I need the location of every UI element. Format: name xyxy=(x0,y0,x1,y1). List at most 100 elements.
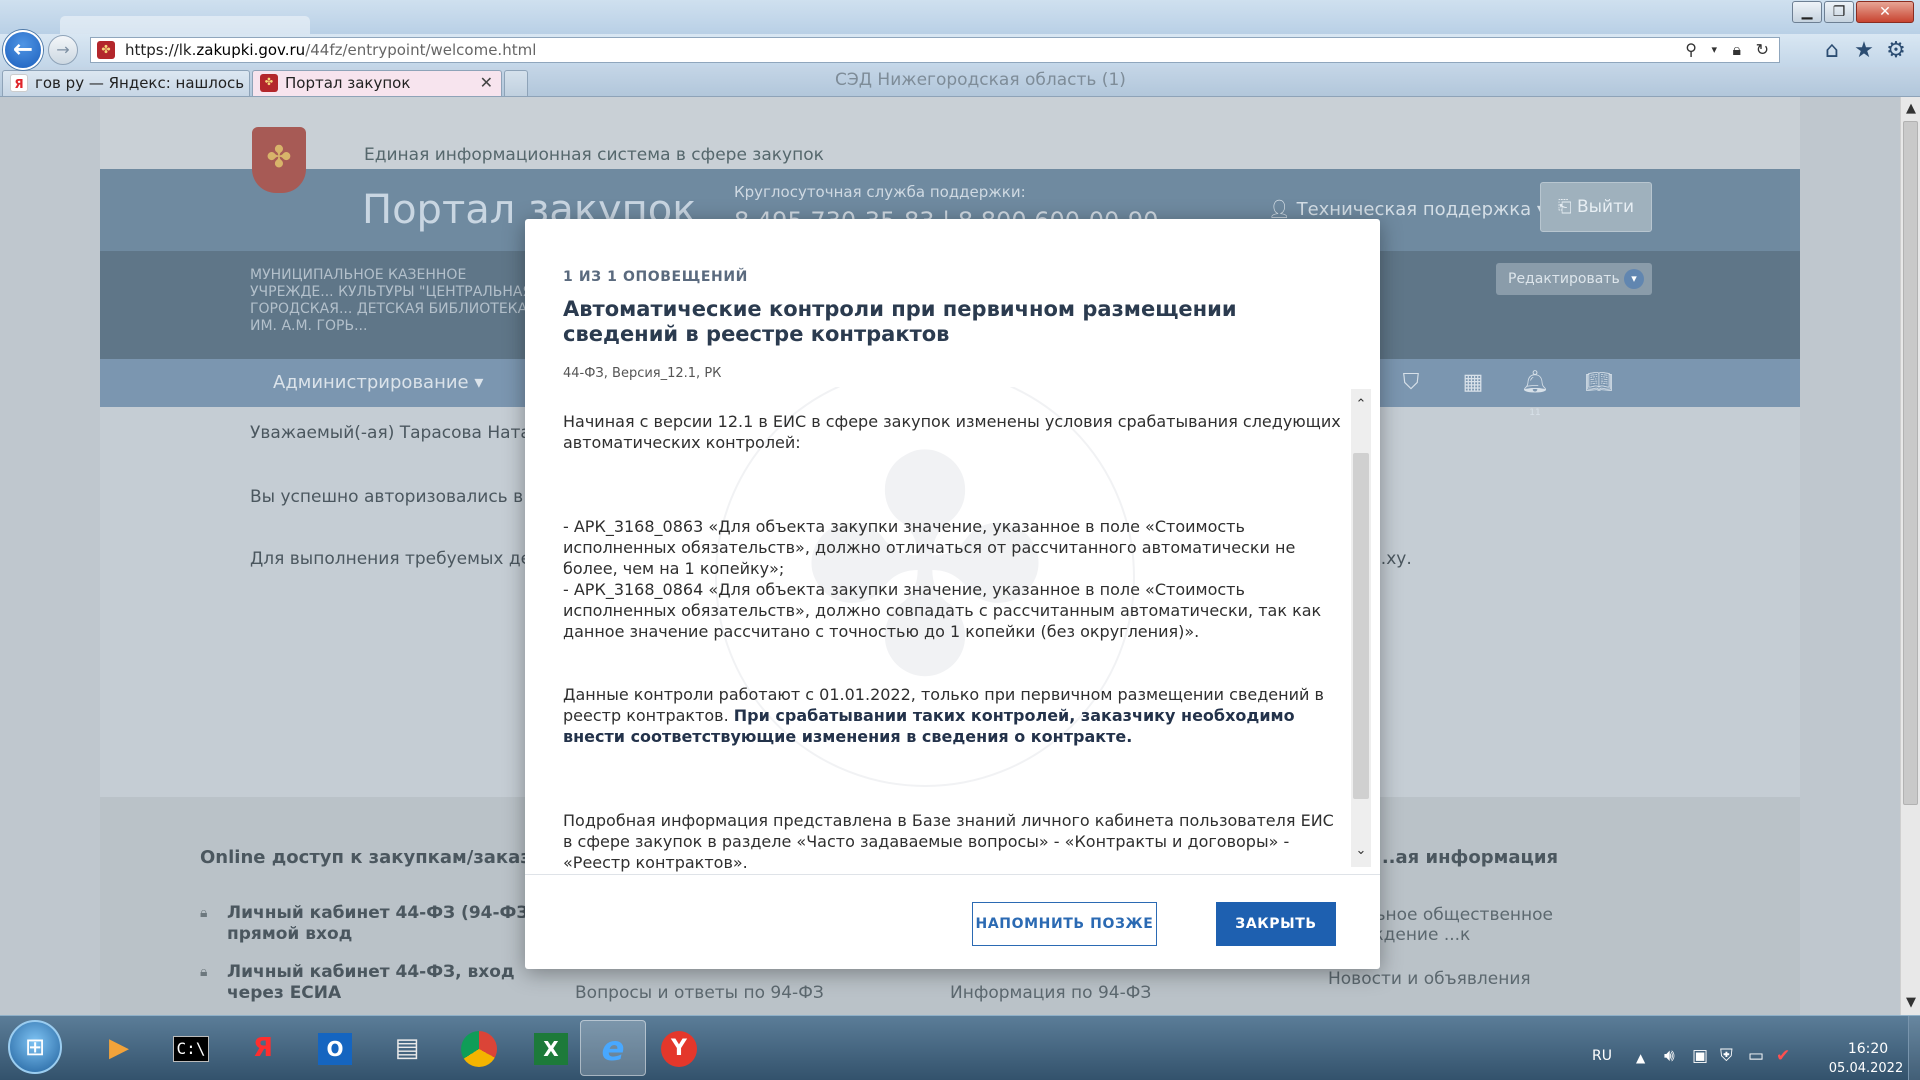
close-window-button[interactable]: ✕ xyxy=(1856,1,1914,23)
modal-text: Начиная с версии 12.1 в ЕИС в сфере заку… xyxy=(563,411,1343,873)
windows-taskbar: ⊞ ▶ C:\ Я O ▤ X e Y RU ▲ 🔊︎ ▣ ⛨ ▭ ✔ 16:2… xyxy=(0,1015,1920,1080)
modal-meta: 44-ФЗ, Версия_12.1, РК xyxy=(563,366,722,381)
battery-icon[interactable]: ▭ xyxy=(1748,1046,1764,1066)
modal-divider xyxy=(525,874,1380,875)
footer-heading-info: ...ая информация xyxy=(1375,847,1559,868)
remind-later-button[interactable]: НАПОМНИТЬ ПОЗЖЕ xyxy=(972,902,1157,946)
maximize-window-button[interactable]: ❐ xyxy=(1824,1,1854,23)
security-shield-icon[interactable]: ⛨ xyxy=(1720,1046,1733,1066)
bell-icon[interactable]: 🔔︎11 xyxy=(1520,368,1550,418)
scroll-up-icon[interactable]: ▲ xyxy=(1901,99,1920,119)
show-desktop-button[interactable] xyxy=(1908,1016,1920,1080)
titlebar-highlight xyxy=(60,16,310,36)
modal-paragraph: Данные контроли работают с 01.01.2022, т… xyxy=(563,684,1343,747)
tech-support-label: Техническая поддержка xyxy=(1296,199,1532,220)
footer-heading-online-access: Online доступ к закупкам/заказам xyxy=(200,847,558,868)
close-tab-icon[interactable]: ✕ xyxy=(480,71,493,95)
close-button[interactable]: ЗАКРЫТЬ xyxy=(1216,902,1336,946)
url-scheme: https://lk. xyxy=(125,41,197,59)
window-titlebar: ▁ ❐ ✕ xyxy=(0,0,1920,36)
link-lk-esia[interactable]: Личный кабинет 44-ФЗ, вход через ЕСИА xyxy=(227,962,547,1004)
nav-admin-label: Администрирование xyxy=(273,372,469,393)
chevron-down-icon: ▾ xyxy=(1624,269,1644,289)
logout-button[interactable]: ⎗ Выйти xyxy=(1540,182,1652,232)
tech-support-menu[interactable]: 👤︎ Техническая поддержка ▾ xyxy=(1268,199,1546,220)
lock-icon: 🔒︎ xyxy=(200,964,208,980)
chevron-down-icon[interactable]: ▾ xyxy=(1711,38,1717,62)
russia-emblem-icon: ✤ xyxy=(252,127,306,193)
edit-profile-button[interactable]: Редактировать ▾ xyxy=(1496,263,1652,295)
page-header-top: Единая информационная система в сфере за… xyxy=(100,97,1800,169)
modal-paragraph: Подробная информация представлена в Базе… xyxy=(563,811,1334,872)
taskbar-yandex-icon[interactable]: Я xyxy=(234,1020,292,1076)
nav-item-administration[interactable]: Администрирование ▾ xyxy=(273,372,483,393)
start-button[interactable]: ⊞ xyxy=(8,1020,62,1074)
back-button[interactable]: ← xyxy=(3,30,43,70)
modal-paragraph: Начиная с версии 12.1 в ЕИС в сфере заку… xyxy=(563,412,1341,452)
site-favicon-icon: ✤ xyxy=(97,41,115,59)
chevron-down-icon[interactable]: ⌄ xyxy=(1351,841,1371,861)
taskbar-yandex-browser-icon[interactable]: Y xyxy=(650,1020,708,1076)
yandex-favicon-icon: Я xyxy=(10,74,28,92)
url-path: /44fz/entrypoint/welcome.html xyxy=(305,41,537,59)
scroll-down-icon[interactable]: ▼ xyxy=(1901,993,1920,1013)
notification-counter: 1 ИЗ 1 ОПОВЕЩЕНИЙ xyxy=(563,269,748,285)
clock-time[interactable]: 16:20 xyxy=(1838,1041,1898,1057)
taskbar-outlook-icon[interactable]: O xyxy=(306,1020,364,1076)
antivirus-icon[interactable]: ✔ xyxy=(1776,1046,1790,1066)
tab-title: Портал закупок xyxy=(285,74,411,92)
taskbar-command-prompt-icon[interactable]: C:\ xyxy=(162,1020,220,1076)
notification-modal: 1 ИЗ 1 ОПОВЕЩЕНИЙ Автоматические контрол… xyxy=(525,219,1380,969)
chevron-down-icon: ▾ xyxy=(468,372,484,393)
taskbar-presentation-icon[interactable]: ▤ xyxy=(378,1020,436,1076)
address-bar[interactable]: ✤ https://lk.zakupki.gov.ru/44fz/entrypo… xyxy=(90,37,1780,63)
tab-yandex-search[interactable]: Я гов ру — Яндекс: нашлось 9 ... xyxy=(2,70,250,96)
taskbar-media-player-icon[interactable]: ▶ xyxy=(90,1020,148,1076)
page-scrollbar-thumb[interactable] xyxy=(1903,121,1918,805)
shield-icon[interactable]: ⛉ xyxy=(1396,368,1426,398)
favorites-bar-item[interactable]: СЭД Нижегородская область (1) xyxy=(835,70,1126,90)
clock-date[interactable]: 05.04.2022 xyxy=(1826,1061,1906,1076)
network-icon[interactable]: ▣ xyxy=(1692,1046,1708,1066)
modal-paragraph: - АРК_3168_0864 «Для объекта закупки зна… xyxy=(563,580,1322,641)
page-scrollbar[interactable]: ▲ ▼ xyxy=(1900,97,1920,1015)
minimize-window-button[interactable]: ▁ xyxy=(1792,1,1822,23)
greeting-text: Уважаемый(-ая) Тарасова Натал... xyxy=(250,423,558,443)
search-icon[interactable]: ⚲ xyxy=(1685,38,1697,62)
tab-title: гов ру — Яндекс: нашлось 9 ... xyxy=(35,74,249,92)
home-icon[interactable]: ⌂ xyxy=(1818,38,1846,64)
support-label: Круглосуточная служба поддержки: xyxy=(734,183,1026,201)
url-domain: zakupki.gov.ru xyxy=(196,41,306,59)
favorites-star-icon[interactable]: ★ xyxy=(1850,38,1878,64)
modal-scrollbar[interactable]: ⌃ ⌄ xyxy=(1351,389,1371,867)
book-search-icon[interactable]: 📖︎ xyxy=(1584,368,1614,398)
refresh-icon[interactable]: ↻ xyxy=(1756,38,1769,62)
modal-scrollbar-thumb[interactable] xyxy=(1353,453,1369,799)
new-tab-button[interactable] xyxy=(504,70,528,96)
logout-label: Выйти xyxy=(1576,197,1635,217)
link-info-94[interactable]: Информация по 94-ФЗ xyxy=(950,983,1151,1003)
emblem-favicon-icon: ✤ xyxy=(260,74,278,92)
user-icon: 👤︎ xyxy=(1268,199,1297,220)
notification-count: 11 xyxy=(1529,408,1541,418)
show-hidden-icons-icon[interactable]: ▲ xyxy=(1636,1051,1645,1065)
tab-portal-zakupok[interactable]: ✤ Портал закупок ✕ xyxy=(252,70,502,96)
link-lk-direct[interactable]: Личный кабинет 44-ФЗ (94-ФЗ), прямой вхо… xyxy=(227,903,547,945)
link-news[interactable]: Новости и объявления xyxy=(1328,969,1531,989)
organization-name: МУНИЦИПАЛЬНОЕ КАЗЕННОЕ УЧРЕЖДЕ... КУЛЬТУ… xyxy=(250,267,533,334)
volume-icon[interactable]: 🔊︎ xyxy=(1664,1046,1675,1066)
taskbar-chrome-icon[interactable] xyxy=(450,1020,508,1076)
taskbar-excel-icon[interactable]: X xyxy=(522,1020,580,1076)
keyboard-language[interactable]: RU xyxy=(1592,1048,1612,1064)
eis-title: Единая информационная система в сфере за… xyxy=(364,145,824,165)
forward-button[interactable]: → xyxy=(48,35,78,65)
gear-icon[interactable]: ⚙ xyxy=(1882,38,1910,64)
modal-paragraph: - АРК_3168_0863 «Для объекта закупки зна… xyxy=(563,517,1296,578)
link-qa-94[interactable]: Вопросы и ответы по 94-ФЗ xyxy=(575,983,824,1003)
calendar-icon[interactable]: ▦ xyxy=(1458,368,1488,398)
lock-icon[interactable]: 🔒︎ xyxy=(1732,38,1741,62)
modal-title: Автоматические контроли при первичном ра… xyxy=(563,297,1237,346)
taskbar-internet-explorer-icon[interactable]: e xyxy=(580,1020,646,1076)
chevron-up-icon[interactable]: ⌃ xyxy=(1351,395,1371,415)
lock-icon: 🔒︎ xyxy=(200,905,208,921)
